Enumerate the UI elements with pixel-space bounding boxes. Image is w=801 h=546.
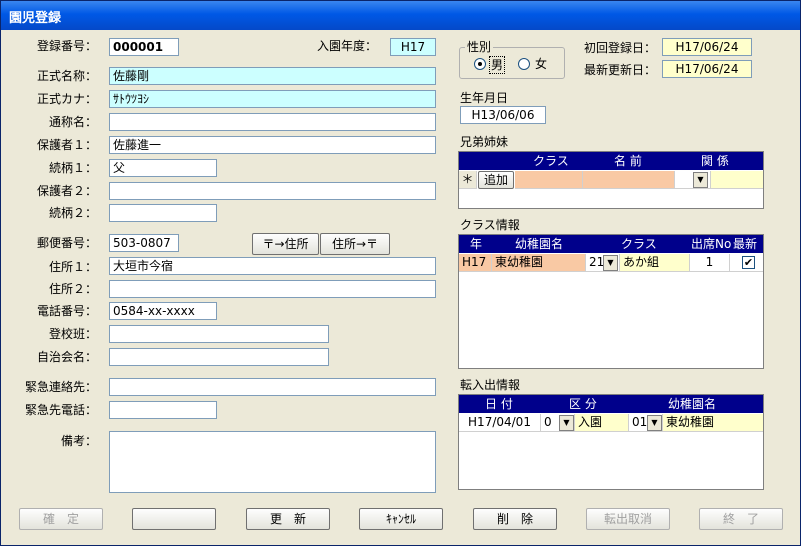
- male-label[interactable]: 男: [489, 56, 506, 74]
- phone-label: 電話番号：: [36, 304, 97, 318]
- female-radio[interactable]: [518, 58, 530, 70]
- last-update-field: H17/06/24: [662, 60, 752, 78]
- class-header-year: 年: [470, 237, 483, 251]
- first-reg-field: H17/06/24: [662, 38, 752, 56]
- delete-button[interactable]: 削 除: [473, 508, 557, 530]
- first-reg-label: 初回登録日：: [583, 41, 656, 55]
- address2-field[interactable]: [109, 280, 436, 298]
- kana-field[interactable]: ｻﾄｳﾂﾖｼ: [109, 90, 436, 108]
- sibling-extra-cell: [711, 171, 763, 189]
- siblings-header: クラス 名 前 関 係: [459, 152, 763, 170]
- sibling-relation-dropdown-icon[interactable]: ▼: [693, 172, 708, 188]
- transfer-row-type[interactable]: 入園: [575, 414, 629, 432]
- birth-label: 生年月日: [460, 91, 509, 105]
- emergency-phone-field[interactable]: [109, 401, 217, 419]
- class-header-latest: 最新: [733, 237, 758, 251]
- class-row-kindergarten[interactable]: 東幼稚園: [492, 254, 586, 272]
- transfer-type-dropdown-icon[interactable]: ▼: [559, 415, 574, 431]
- class-row-attendance[interactable]: 1: [690, 254, 730, 272]
- address1-field[interactable]: 大垣市今宿: [109, 257, 436, 275]
- emergency-phone-label: 緊急先電話：: [24, 403, 97, 417]
- kana-label: 正式カナ：: [36, 92, 97, 106]
- male-radio[interactable]: [474, 58, 486, 70]
- transfer-kg-dropdown-icon[interactable]: ▼: [647, 415, 662, 431]
- transfer-header-date: 日 付: [485, 397, 513, 411]
- emergency-contact-label: 緊急連絡先：: [24, 380, 97, 394]
- class-row-year[interactable]: H17: [459, 254, 492, 272]
- class-info-grid: 年 幼稚園名 クラス 出席No 最新 H17 東幼稚園 21 ▼ あか組 1 ✔: [458, 234, 764, 369]
- relation1-label: 続柄１：: [48, 161, 97, 175]
- transfer-grid: 日 付 区 分 幼稚園名 H17/04/01 0 ▼ 入園 01 ▼ 東幼稚園: [458, 394, 764, 490]
- window-title: 園児登録: [9, 11, 62, 26]
- cancel-transfer-button[interactable]: 転出取消: [586, 508, 670, 530]
- nickname-label: 通称名：: [48, 115, 97, 129]
- siblings-header-relation: 関 係: [701, 154, 729, 168]
- reg-no-label: 登録番号：: [36, 39, 97, 53]
- siblings-header-name: 名 前: [614, 154, 642, 168]
- transfer-header-kindergarten: 幼稚園名: [668, 397, 717, 411]
- class-header-class: クラス: [621, 237, 657, 251]
- transfer-row-date[interactable]: H17/04/01: [459, 414, 541, 432]
- address1-label: 住所１：: [48, 260, 97, 274]
- guardian1-label: 保護者１：: [36, 138, 97, 152]
- last-update-label: 最新更新日：: [583, 63, 656, 77]
- address-to-postal-button[interactable]: 住所→〒: [320, 233, 390, 255]
- postal-field[interactable]: 503-0807: [109, 234, 179, 252]
- sibling-name-cell[interactable]: [583, 171, 675, 189]
- guardian2-label: 保護者２：: [36, 184, 97, 198]
- relation2-field[interactable]: [109, 204, 217, 222]
- class-no-dropdown-icon[interactable]: ▼: [603, 255, 618, 271]
- blank-button[interactable]: [132, 508, 216, 530]
- class-header-kindergarten: 幼稚園名: [515, 237, 564, 251]
- association-label: 自治会名：: [36, 350, 97, 364]
- siblings-label: 兄弟姉妹: [460, 135, 509, 149]
- siblings-grid: クラス 名 前 関 係 ＊ 追加 ▼: [458, 151, 764, 209]
- phone-field[interactable]: 0584-xx-xxxx: [109, 302, 217, 320]
- latest-checkbox[interactable]: ✔: [742, 256, 755, 269]
- guardian2-field[interactable]: [109, 182, 436, 200]
- exit-button[interactable]: 終 了: [699, 508, 783, 530]
- postal-label: 郵便番号：: [36, 236, 97, 250]
- class-info-label: クラス情報: [460, 218, 520, 232]
- name-field[interactable]: 佐藤剛: [109, 67, 436, 85]
- gender-legend: 性別: [465, 39, 494, 55]
- sibling-class-cell[interactable]: [515, 171, 583, 189]
- siblings-header-class: クラス: [533, 154, 569, 168]
- notes-field[interactable]: [109, 431, 436, 493]
- school-group-field[interactable]: [109, 325, 329, 343]
- sibling-add-button[interactable]: 追加: [478, 171, 514, 189]
- class-row-class-name[interactable]: あか組: [620, 254, 690, 272]
- registration-window: 園児登録 登録番号： 000001 入園年度： H17 正式名称： 佐藤剛 正式…: [0, 0, 801, 546]
- entry-year-label: 入園年度：: [316, 39, 377, 53]
- emergency-contact-field[interactable]: [109, 378, 436, 396]
- relation2-label: 続柄２：: [48, 206, 97, 220]
- cancel-button[interactable]: ｷｬﾝｾﾙ: [359, 508, 443, 530]
- title-bar: 園児登録: [1, 1, 800, 30]
- birth-field[interactable]: H13/06/06: [460, 106, 546, 124]
- confirm-button[interactable]: 確 定: [19, 508, 103, 530]
- reg-no-field[interactable]: 000001: [109, 38, 179, 56]
- transfer-label: 転入出情報: [460, 378, 521, 392]
- nickname-field[interactable]: [109, 113, 436, 131]
- relation1-field[interactable]: 父: [109, 159, 217, 177]
- transfer-row-kindergarten[interactable]: 東幼稚園: [663, 414, 763, 432]
- address2-label: 住所２：: [48, 282, 97, 296]
- transfer-header: 日 付 区 分 幼稚園名: [459, 395, 763, 413]
- notes-label: 備考：: [60, 434, 97, 448]
- guardian1-field[interactable]: 佐藤進一: [109, 136, 436, 154]
- female-label[interactable]: 女: [535, 56, 547, 72]
- association-field[interactable]: [109, 348, 329, 366]
- school-group-label: 登校班：: [48, 327, 97, 341]
- name-label: 正式名称：: [36, 69, 97, 83]
- entry-year-field[interactable]: H17: [390, 38, 436, 56]
- transfer-header-type: 区 分: [569, 397, 597, 411]
- siblings-new-row-marker: ＊: [459, 171, 477, 189]
- postal-to-address-button[interactable]: 〒→住所: [252, 233, 319, 255]
- update-button[interactable]: 更 新: [246, 508, 330, 530]
- class-header-attendance: 出席No: [691, 237, 732, 251]
- class-info-header: 年 幼稚園名 クラス 出席No 最新: [459, 235, 763, 253]
